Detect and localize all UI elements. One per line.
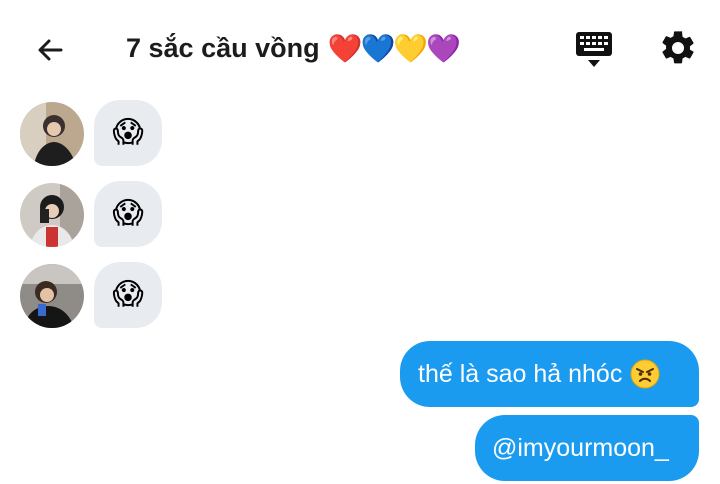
chat-title-text: 7 sắc cầu vồng [126,32,320,63]
message-bubble[interactable]: 😱 [94,181,162,247]
scream-emoji: 😱 [112,197,144,230]
avatar[interactable] [20,102,84,166]
incoming-message: 😱 [20,262,180,328]
message-text: thế là sao hả nhóc [418,359,623,388]
scream-emoji: 😱 [112,116,144,149]
incoming-message: 😱 [20,181,180,247]
arrow-left-icon [38,39,63,61]
avatar[interactable] [20,183,84,247]
gear-icon [662,31,694,64]
message-bubble[interactable]: 😱 [94,100,162,166]
settings-button[interactable] [658,28,698,68]
back-button[interactable] [30,30,70,70]
keyboard-toggle-button[interactable] [574,28,614,70]
chat-title: 7 sắc cầu vồng ❤️💙💛💜 [126,28,461,68]
outgoing-message-bubble[interactable]: thế là sao hả nhóc [400,341,699,407]
chat-title-emoji: ❤️💙💛💜 [327,32,461,64]
message-bubble[interactable]: 😱 [94,262,162,328]
message-text: @imyourmoon_ [492,433,669,462]
chat-header: 7 sắc cầu vồng ❤️💙💛💜 [0,0,720,96]
outgoing-message-bubble[interactable]: @imyourmoon_ [475,415,699,481]
incoming-message: 😱 [20,100,180,166]
scream-emoji: 😱 [112,278,144,311]
avatar[interactable] [20,264,84,328]
angry-face-emoji [630,359,660,389]
keyboard-hide-icon [576,32,612,67]
